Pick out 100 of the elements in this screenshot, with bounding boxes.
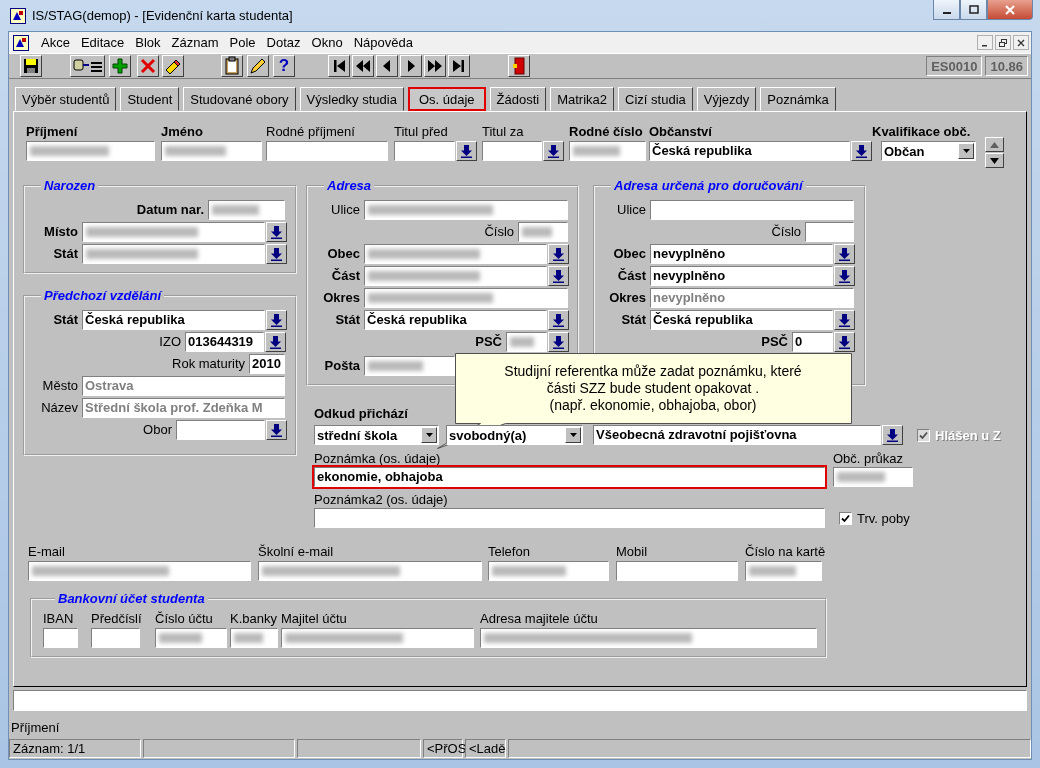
input-field[interactable] xyxy=(569,141,646,161)
input-field[interactable] xyxy=(91,628,140,648)
menu-item[interactable]: Editace xyxy=(76,35,132,50)
menu-item[interactable]: Záznam xyxy=(167,35,226,50)
last-record-button[interactable] xyxy=(448,55,470,77)
input-field[interactable] xyxy=(482,141,542,161)
input-field[interactable] xyxy=(155,628,227,648)
input-field[interactable]: Česká republika xyxy=(364,310,547,330)
input-field[interactable]: Česká republika xyxy=(650,310,833,330)
tab[interactable]: Výsledky studia xyxy=(299,87,404,111)
list-button[interactable] xyxy=(266,310,287,330)
list-button[interactable] xyxy=(266,222,287,242)
input-field[interactable]: 013644319 xyxy=(185,332,264,352)
restore-button[interactable] xyxy=(995,35,1011,50)
pencil-button[interactable] xyxy=(247,55,269,77)
dropdown[interactable]: Občan xyxy=(881,141,976,161)
input-field[interactable]: nevyplněno xyxy=(650,244,833,264)
previous-set-button[interactable] xyxy=(352,55,374,77)
next-record-button[interactable] xyxy=(400,55,422,77)
input-field[interactable] xyxy=(364,288,568,308)
input-field[interactable] xyxy=(394,141,455,161)
input-field[interactable] xyxy=(161,141,262,161)
tab[interactable]: Studované obory xyxy=(183,87,296,111)
maximize-button[interactable] xyxy=(960,0,987,20)
list-button[interactable] xyxy=(548,310,569,330)
tab[interactable]: Žádosti xyxy=(489,87,547,111)
checkbox[interactable] xyxy=(839,511,852,525)
list-button[interactable] xyxy=(882,425,903,445)
menu-item[interactable]: Okno xyxy=(307,35,350,50)
input-field[interactable]: Česká republika xyxy=(649,141,851,161)
help-button[interactable]: ? xyxy=(273,55,295,77)
tab[interactable]: Poznámka xyxy=(760,87,836,111)
minimize-button[interactable] xyxy=(933,0,960,20)
dropdown[interactable]: svobodný(a) xyxy=(446,425,583,445)
input-field[interactable] xyxy=(314,508,825,528)
exit-button[interactable] xyxy=(508,55,530,77)
menu-item[interactable]: Nápověda xyxy=(349,35,420,50)
input-field[interactable]: nevyplněno xyxy=(650,266,833,286)
list-button[interactable] xyxy=(851,141,872,161)
input-field[interactable] xyxy=(364,266,547,286)
input-field[interactable] xyxy=(176,420,265,440)
input-field[interactable]: Všeobecná zdravotní pojišťovna xyxy=(593,425,881,445)
list-button[interactable] xyxy=(548,266,569,286)
query-button[interactable] xyxy=(70,55,105,77)
input-field[interactable] xyxy=(230,628,278,648)
list-button[interactable] xyxy=(834,332,855,352)
list-button[interactable] xyxy=(834,244,855,264)
input-field[interactable]: ekonomie, obhajoba xyxy=(314,467,825,487)
tab[interactable]: Cizí studia xyxy=(618,87,693,111)
clipboard-button[interactable] xyxy=(221,55,243,77)
scroll-up-button[interactable] xyxy=(985,137,1004,152)
delete-button[interactable] xyxy=(137,55,159,77)
input-field[interactable] xyxy=(506,332,547,352)
input-field[interactable] xyxy=(82,244,265,264)
input-field[interactable] xyxy=(364,200,568,220)
list-button[interactable] xyxy=(265,332,286,352)
input-field[interactable] xyxy=(364,356,455,376)
list-button[interactable] xyxy=(548,244,569,264)
insert-button[interactable] xyxy=(109,55,131,77)
tab[interactable]: Výběr studentů xyxy=(15,87,117,111)
list-button[interactable] xyxy=(543,141,564,161)
list-button[interactable] xyxy=(834,266,855,286)
input-field[interactable] xyxy=(833,467,913,487)
input-field[interactable] xyxy=(208,200,285,220)
save-button[interactable] xyxy=(20,55,42,77)
tab[interactable]: Student xyxy=(120,87,180,111)
input-field[interactable]: 2010 xyxy=(249,354,285,374)
close-button[interactable] xyxy=(1013,35,1029,50)
input-field[interactable] xyxy=(480,628,817,648)
tab[interactable]: Os. údaje xyxy=(407,87,486,111)
input-field[interactable] xyxy=(258,561,482,581)
scroll-down-button[interactable] xyxy=(985,153,1004,168)
previous-record-button[interactable] xyxy=(376,55,398,77)
input-field[interactable] xyxy=(745,561,822,581)
menu-item[interactable]: Blok xyxy=(131,35,168,50)
input-field[interactable] xyxy=(26,141,155,161)
input-field[interactable]: 0 xyxy=(792,332,833,352)
next-set-button[interactable] xyxy=(424,55,446,77)
input-field[interactable] xyxy=(805,222,854,242)
list-button[interactable] xyxy=(266,420,287,440)
input-field[interactable] xyxy=(82,222,265,242)
input-field[interactable]: Česká republika xyxy=(82,310,265,330)
first-record-button[interactable] xyxy=(328,55,350,77)
input-field[interactable] xyxy=(650,200,854,220)
list-button[interactable] xyxy=(548,332,569,352)
input-field[interactable] xyxy=(518,222,568,242)
input-field[interactable] xyxy=(281,628,474,648)
input-field[interactable] xyxy=(488,561,609,581)
tab[interactable]: Výjezdy xyxy=(696,87,757,111)
list-button[interactable] xyxy=(834,310,855,330)
input-field[interactable] xyxy=(364,244,547,264)
input-field[interactable] xyxy=(43,628,78,648)
input-field[interactable] xyxy=(28,561,251,581)
input-field[interactable] xyxy=(616,561,738,581)
input-field[interactable] xyxy=(266,141,388,161)
tab[interactable]: Matrika2 xyxy=(550,87,615,111)
menu-item[interactable]: Pole xyxy=(225,35,263,50)
dropdown[interactable]: střední škola xyxy=(314,425,439,445)
menu-item[interactable]: Dotaz xyxy=(262,35,308,50)
menu-item[interactable]: Akce xyxy=(37,35,77,50)
